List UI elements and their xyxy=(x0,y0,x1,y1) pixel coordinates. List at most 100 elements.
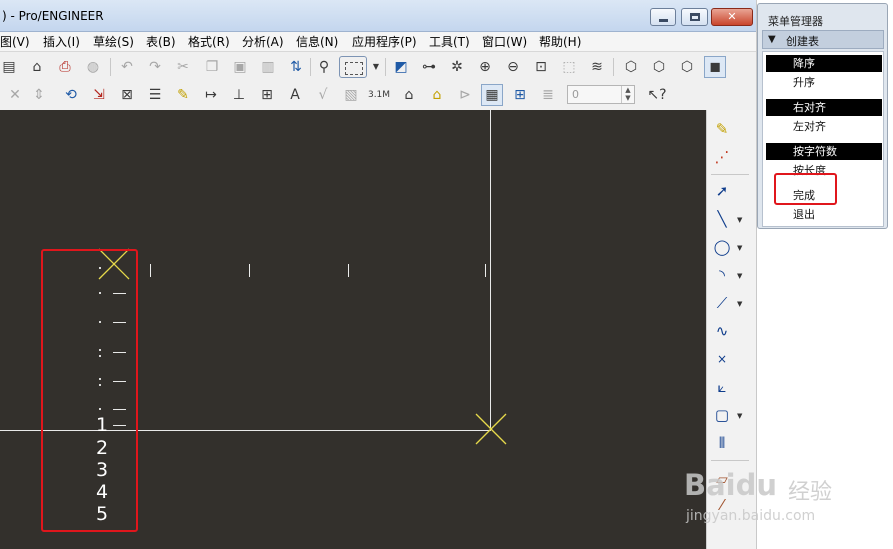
select-arrow-icon[interactable]: ➚ xyxy=(710,180,734,202)
select-box-icon[interactable] xyxy=(339,56,367,78)
repaint-icon[interactable]: ⬚ xyxy=(558,56,580,78)
menu-table[interactable]: 表(B) xyxy=(146,34,176,50)
chevron-down-icon[interactable]: ▼ xyxy=(737,216,742,224)
menu-item-quit[interactable]: 退出 xyxy=(766,206,882,223)
arc-icon[interactable]: ◝ xyxy=(710,264,734,286)
chevron-down-icon[interactable]: ▼ xyxy=(737,412,742,420)
maximize-button[interactable] xyxy=(681,8,708,26)
chain-sketch-icon[interactable]: ⋰ xyxy=(710,146,734,168)
chamfer-icon[interactable]: ⟀ xyxy=(710,376,734,398)
note-icon[interactable]: A xyxy=(284,84,306,106)
minimize-icon xyxy=(659,19,668,22)
minimize-button[interactable] xyxy=(650,8,676,26)
regenerate-view-icon[interactable]: ⟲ xyxy=(60,84,82,106)
menu-format[interactable]: 格式(R) xyxy=(188,34,230,50)
format-icon[interactable]: ≣ xyxy=(537,84,559,106)
paste-icon[interactable]: ▣ xyxy=(229,56,251,78)
menu-info[interactable]: 信息(N) xyxy=(296,34,338,50)
reference-dim-icon[interactable]: ⊞ xyxy=(256,84,278,106)
window-title: ) - Pro/ENGINEER xyxy=(2,9,104,23)
move-icon[interactable]: ⇕ xyxy=(28,84,50,106)
watermark-cn: 经验 xyxy=(788,480,833,505)
paste-special-icon[interactable]: ▥ xyxy=(257,56,279,78)
menu-bar: 图(V) 插入(I) 草绘(S) 表(B) 格式(R) 分析(A) 信息(N) … xyxy=(0,32,756,52)
zoom-out-icon[interactable]: ⊖ xyxy=(502,56,524,78)
spinner-arrows-icon[interactable]: ▲ ▼ xyxy=(621,86,634,103)
line-icon[interactable]: ╲ xyxy=(710,208,734,230)
main-window: ) - Pro/ENGINEER ✕ 图(V) 插入(I) 草绘(S) 表(B)… xyxy=(0,0,756,549)
circle-icon[interactable]: ◯ xyxy=(710,236,734,258)
menu-analysis[interactable]: 分析(A) xyxy=(242,34,284,50)
find-icon[interactable]: ⚲ xyxy=(313,56,335,78)
table-icon[interactable]: ▦ xyxy=(481,84,503,106)
close-button[interactable]: ✕ xyxy=(711,8,753,26)
menu-view[interactable]: 图(V) xyxy=(0,34,30,50)
value-input[interactable]: 0 ▲ ▼ xyxy=(567,85,635,104)
fillet-icon[interactable]: ⟋ xyxy=(710,292,734,314)
dimension-icon[interactable]: ↦ xyxy=(200,84,222,106)
menu-item-by-num-chars[interactable]: 按字符数 xyxy=(766,143,882,160)
menu-manager-panel: 菜单管理器 ▼ 创建表 降序 升序 右对齐 左对齐 按字符数 按长度 完成 退出 xyxy=(756,0,893,549)
menu-window[interactable]: 窗口(W) xyxy=(482,34,527,50)
chevron-down-icon[interactable]: ▼ xyxy=(737,244,742,252)
spin-center-icon[interactable]: ✲ xyxy=(446,56,468,78)
regenerate-icon[interactable]: ⇅ xyxy=(285,56,307,78)
menu-sketch[interactable]: 草绘(S) xyxy=(93,34,134,50)
datum-icon[interactable]: ⊶ xyxy=(418,56,440,78)
sketch-prefs-icon[interactable]: ✎ xyxy=(710,118,734,140)
wireframe-icon[interactable]: ⬡ xyxy=(620,56,642,78)
hidden-line-icon[interactable]: ⬡ xyxy=(648,56,670,78)
show-annotations-icon[interactable]: ✎ xyxy=(172,84,194,106)
no-hidden-icon[interactable]: ⬡ xyxy=(676,56,698,78)
menu-insert[interactable]: 插入(I) xyxy=(43,34,80,50)
refit-icon[interactable]: ⊡ xyxy=(530,56,552,78)
balloon-icon[interactable]: ⊳ xyxy=(454,84,476,106)
toolbar-main: ▤ ⌂ ⎙ ◍ ↶ ↷ ✂ ❐ ▣ ▥ ⇅ ⚲ ▼ ◩ ⊶ ✲ ⊕ ⊖ ⊡ ⬚ … xyxy=(0,53,756,81)
sketch-view-icon[interactable]: ◩ xyxy=(390,56,412,78)
chevron-down-icon[interactable]: ▼ xyxy=(737,272,742,280)
rectangle-icon[interactable]: ▢ xyxy=(710,404,734,426)
menu-manager-title: 菜单管理器 xyxy=(768,15,823,28)
undo-icon[interactable]: ↶ xyxy=(116,56,138,78)
drawing-canvas[interactable]: 1 2 3 4 5 xyxy=(0,110,706,549)
menu-section-header[interactable]: ▼ 创建表 xyxy=(762,30,884,49)
menu-applications[interactable]: 应用程序(P) xyxy=(352,34,417,50)
zoom-in-icon[interactable]: ⊕ xyxy=(474,56,496,78)
vertical-line xyxy=(490,110,491,431)
maximize-icon xyxy=(690,13,700,21)
ordinate-icon[interactable]: ⊥ xyxy=(228,84,250,106)
layers-icon[interactable]: ≋ xyxy=(586,56,608,78)
list-icon[interactable]: ☰ xyxy=(144,84,166,106)
menu-item-ascending[interactable]: 升序 xyxy=(766,74,882,91)
highlight-box xyxy=(41,249,138,532)
insert-model-icon[interactable]: ⇲ xyxy=(88,84,110,106)
mirror-icon[interactable]: ⫴ xyxy=(710,432,734,454)
menu-item-right-justify[interactable]: 右对齐 xyxy=(766,99,882,116)
menu-item-left-justify[interactable]: 左对齐 xyxy=(766,118,882,135)
symbol-icon[interactable]: ⌂ xyxy=(398,84,420,106)
spline-icon[interactable]: ∿ xyxy=(710,320,734,342)
disk-icon[interactable]: ◍ xyxy=(82,56,104,78)
chevron-down-icon[interactable]: ▼ xyxy=(365,56,387,78)
redo-icon[interactable]: ↷ xyxy=(144,56,166,78)
copy-icon[interactable]: ❐ xyxy=(201,56,223,78)
menu-tools[interactable]: 工具(T) xyxy=(429,34,470,50)
pdf-icon[interactable]: ⎙ xyxy=(54,56,76,78)
symbol-gallery-icon[interactable]: ⌂ xyxy=(426,84,448,106)
scale-icon[interactable]: 3.1M xyxy=(368,84,390,106)
surface-finish-icon[interactable]: √ xyxy=(312,84,334,106)
menu-item-descending[interactable]: 降序 xyxy=(766,55,882,72)
chevron-down-icon[interactable]: ▼ xyxy=(737,300,742,308)
point-icon[interactable]: × xyxy=(710,348,734,370)
lock-view-icon[interactable]: ⊠ xyxy=(116,84,138,106)
menu-help[interactable]: 帮助(H) xyxy=(539,34,581,50)
table-repeat-icon[interactable]: ⊞ xyxy=(509,84,531,106)
whats-this-icon[interactable]: ↖? xyxy=(646,84,668,106)
shading-icon[interactable]: ◼ xyxy=(704,56,726,78)
lock-icon[interactable]: ⌂ xyxy=(26,56,48,78)
print-icon[interactable]: ▤ xyxy=(0,56,20,78)
hatch-icon[interactable]: ▧ xyxy=(340,84,362,106)
close-icon[interactable]: ✕ xyxy=(4,84,26,106)
cut-icon[interactable]: ✂ xyxy=(172,56,194,78)
watermark-brand: Baidu xyxy=(684,468,778,502)
